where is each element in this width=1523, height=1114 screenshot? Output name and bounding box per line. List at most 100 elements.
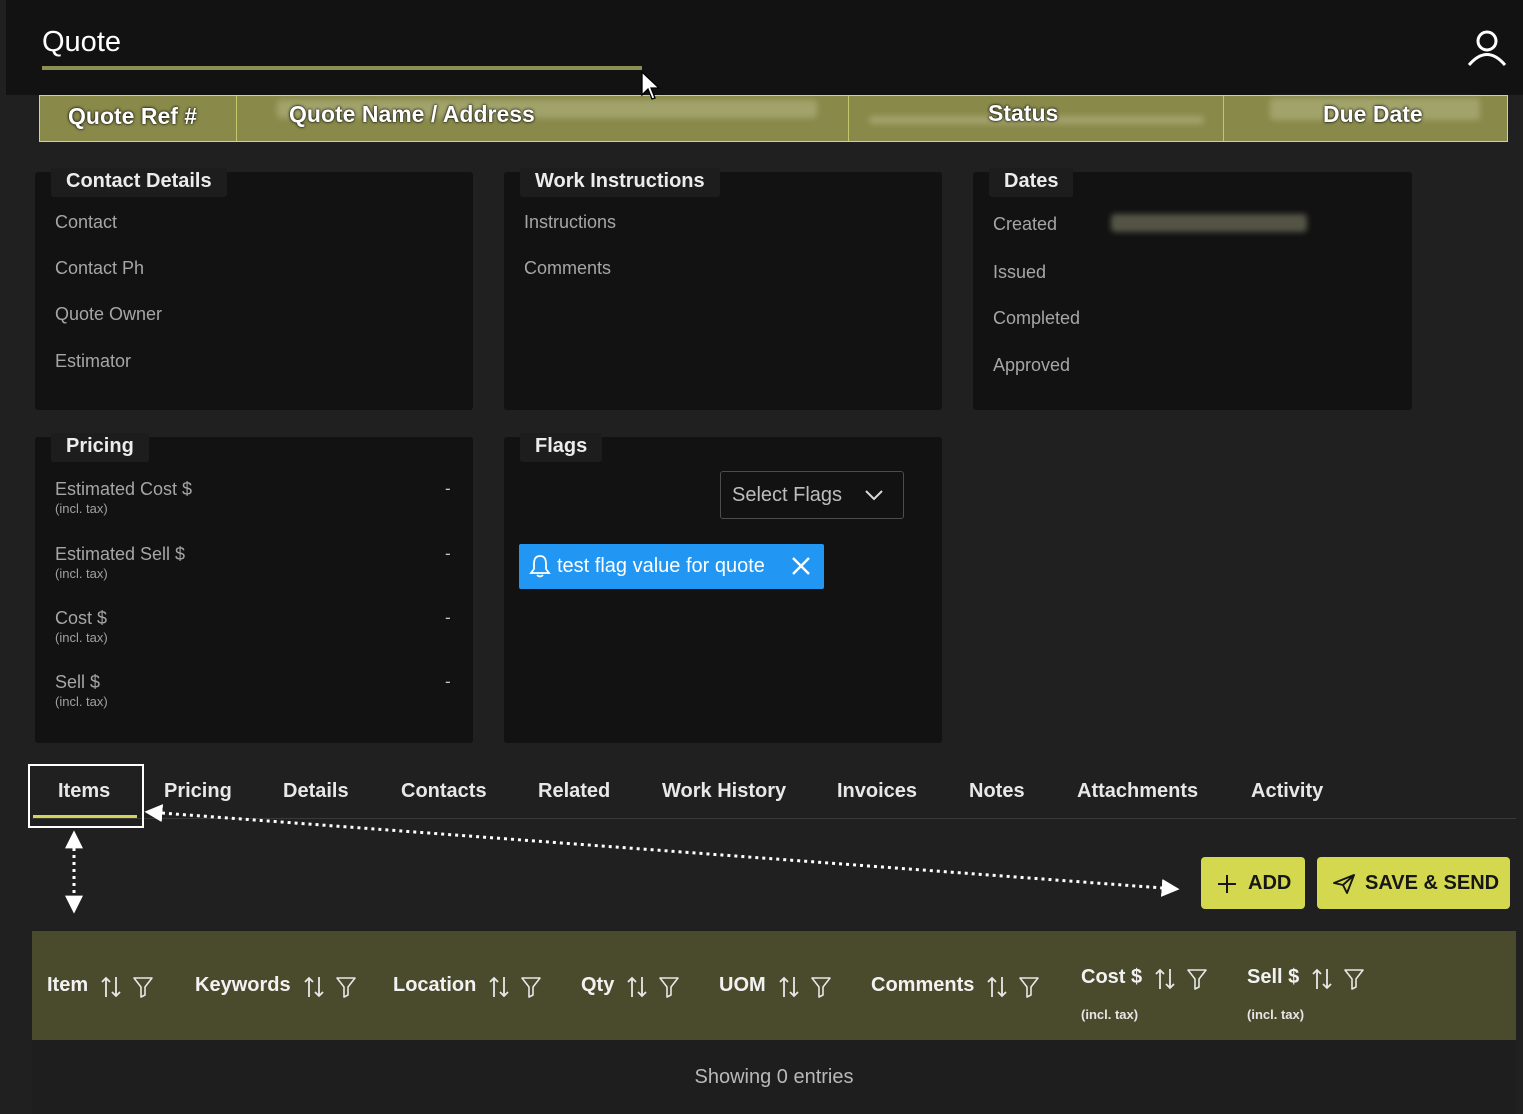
sort-icon[interactable]	[488, 975, 510, 999]
items-table-body: Showing 0 entries	[32, 1040, 1516, 1114]
column-cost[interactable]: Cost $	[1081, 966, 1142, 989]
flags-title: Flags	[520, 433, 603, 462]
mouse-cursor-icon	[641, 70, 661, 100]
sort-icon[interactable]	[1154, 967, 1176, 991]
quote-summary-strip: Quote Ref # Quote Name / Address Status …	[39, 95, 1508, 142]
sort-icon[interactable]	[303, 975, 325, 999]
contact-ph-field: Contact Ph	[55, 258, 145, 278]
comments-field: Comments	[524, 258, 612, 278]
add-button[interactable]: ADD	[1201, 857, 1305, 909]
flag-chip[interactable]: test flag value for quote	[519, 544, 824, 589]
due-date-cell: Due Date	[1224, 96, 1508, 141]
cost-value: -	[445, 608, 451, 627]
select-flags-placeholder: Select Flags	[732, 484, 843, 506]
save-send-button-label: SAVE & SEND	[1365, 872, 1500, 894]
work-instructions-title: Work Instructions	[520, 168, 720, 197]
filter-icon[interactable]	[520, 975, 542, 999]
estimated-cost-label: Estimated Cost $	[55, 479, 193, 499]
tab-notes[interactable]: Notes	[969, 780, 1025, 803]
save-send-button[interactable]: SAVE & SEND	[1317, 857, 1510, 909]
cost-sub: (incl. tax)	[55, 630, 108, 645]
tab-attachments[interactable]: Attachments	[1077, 780, 1198, 803]
estimated-cost-sub: (incl. tax)	[55, 501, 108, 516]
contact-details-title: Contact Details	[51, 168, 227, 197]
filter-icon[interactable]	[810, 975, 832, 999]
flags-card: Flags Select Flags test flag value for q…	[504, 433, 942, 743]
estimated-sell-sub: (incl. tax)	[55, 566, 108, 581]
sort-icon[interactable]	[626, 975, 648, 999]
column-cost-sub: (incl. tax)	[1081, 1007, 1139, 1022]
tab-pricing[interactable]: Pricing	[164, 780, 232, 803]
plus-icon	[1218, 875, 1236, 893]
filter-icon[interactable]	[132, 975, 154, 999]
flag-chip-label: test flag value for quote	[557, 555, 765, 577]
column-keywords[interactable]: Keywords	[195, 974, 291, 997]
completed-field: Completed	[993, 308, 1081, 328]
instructions-field: Instructions	[524, 212, 617, 232]
quote-ref-cell: Quote Ref #	[40, 96, 237, 141]
filter-icon[interactable]	[335, 975, 357, 999]
work-instructions-card: Work Instructions Instructions Comments	[504, 168, 942, 410]
due-date-label: Due Date	[1323, 101, 1423, 127]
estimated-sell-value: -	[445, 544, 451, 563]
filter-icon[interactable]	[1018, 975, 1040, 999]
add-button-label: ADD	[1248, 872, 1292, 894]
filter-icon[interactable]	[1186, 967, 1208, 991]
estimated-sell-label: Estimated Sell $	[55, 544, 186, 564]
column-location[interactable]: Location	[393, 974, 476, 997]
tab-details[interactable]: Details	[283, 780, 349, 803]
user-menu-button[interactable]	[1462, 22, 1512, 72]
filter-icon[interactable]	[1343, 967, 1365, 991]
tab-work-history[interactable]: Work History	[662, 780, 786, 803]
pricing-card: Pricing Estimated Cost $ (incl. tax) - E…	[35, 433, 473, 743]
quote-name-cell: Quote Name / Address	[237, 96, 849, 141]
page-title: Quote	[42, 26, 121, 58]
sell-value: -	[445, 672, 451, 691]
column-sell-sub: (incl. tax)	[1247, 1007, 1305, 1022]
pricing-title: Pricing	[51, 433, 149, 462]
sell-label: Sell $	[55, 672, 101, 692]
quote-ref-label: Quote Ref #	[68, 103, 198, 129]
column-item[interactable]: Item	[47, 974, 88, 997]
column-comments[interactable]: Comments	[871, 974, 974, 997]
tab-contacts[interactable]: Contacts	[401, 780, 487, 803]
sort-icon[interactable]	[1311, 967, 1333, 991]
title-underline	[42, 66, 642, 70]
quote-owner-field: Quote Owner	[55, 304, 163, 324]
tab-related[interactable]: Related	[538, 780, 610, 803]
status-label: Status	[988, 100, 1059, 126]
close-icon[interactable]	[790, 555, 812, 577]
sort-icon[interactable]	[778, 975, 800, 999]
filter-icon[interactable]	[658, 975, 680, 999]
status-cell: Status	[849, 96, 1224, 141]
empty-entries-text: Showing 0 entries	[694, 1066, 854, 1088]
tab-activity[interactable]: Activity	[1251, 780, 1323, 803]
tab-highlight-box	[28, 764, 144, 828]
estimated-cost-value: -	[445, 479, 451, 498]
contact-field: Contact	[55, 212, 118, 232]
dates-card: Dates Created Issued Completed Approved	[973, 168, 1412, 410]
top-bar	[6, 0, 1523, 95]
user-icon	[1467, 30, 1507, 67]
sort-icon[interactable]	[986, 975, 1008, 999]
select-flags-dropdown[interactable]: Select Flags	[720, 471, 904, 519]
sort-icon[interactable]	[100, 975, 122, 999]
column-qty[interactable]: Qty	[581, 974, 614, 997]
column-uom[interactable]: UOM	[719, 974, 766, 997]
approved-field: Approved	[993, 355, 1071, 375]
items-table-header: Item Keywords Location Qty UOM Comments …	[32, 931, 1516, 1040]
quote-name-label: Quote Name / Address	[289, 101, 535, 127]
bell-icon	[529, 555, 551, 578]
cost-label: Cost $	[55, 608, 108, 628]
created-field: Created	[993, 214, 1058, 234]
chevron-down-icon	[865, 490, 883, 501]
created-date-redacted	[1111, 214, 1307, 232]
column-sell[interactable]: Sell $	[1247, 966, 1299, 989]
sell-sub: (incl. tax)	[55, 694, 108, 709]
tab-invoices[interactable]: Invoices	[837, 780, 917, 803]
annotation-arrow-horizontal	[144, 804, 1180, 897]
contact-details-card: Contact Details Contact Contact Ph Quote…	[35, 168, 473, 410]
issued-field: Issued	[993, 262, 1047, 282]
estimator-field: Estimator	[55, 351, 132, 371]
tabs-divider	[32, 818, 1516, 819]
